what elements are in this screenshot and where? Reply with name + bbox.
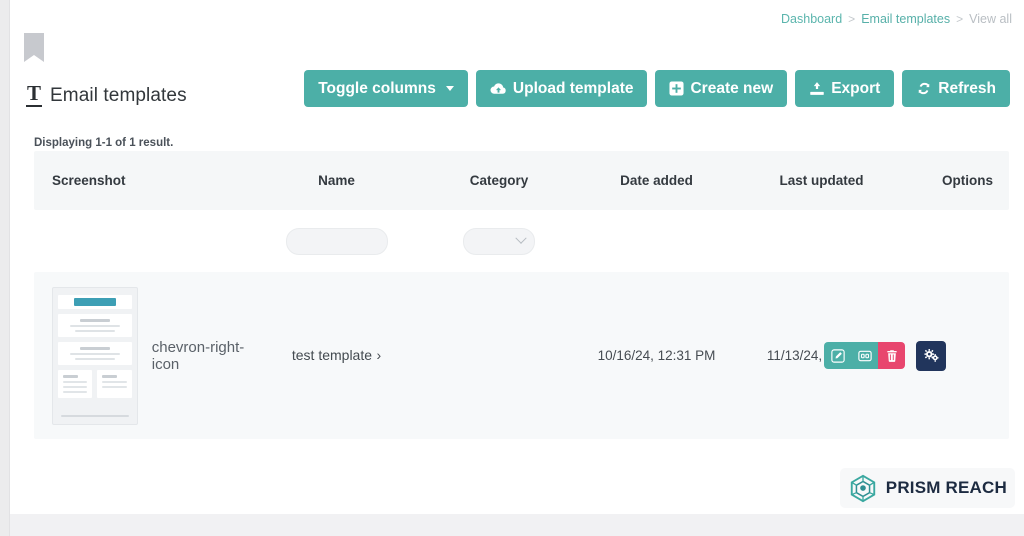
brand-logo-text: PRISM REACH [885, 478, 1007, 497]
export-icon [810, 82, 824, 95]
cogs-icon [923, 348, 939, 362]
name-filter-input[interactable] [285, 227, 388, 255]
cloud-upload-icon [490, 82, 506, 94]
refresh-icon [919, 82, 930, 95]
create-new-label: Create new [690, 79, 774, 97]
cc-box-icon [857, 350, 872, 361]
trash-icon [886, 349, 897, 362]
table-header-row: Screenshot Name Category Date added Last… [34, 151, 1009, 210]
upload-template-button[interactable]: Upload template [475, 70, 648, 107]
row-actions [824, 340, 946, 371]
create-new-button[interactable]: Create new [655, 70, 788, 107]
thumbnail-header-bar [58, 294, 132, 309]
breadcrumb-item-email-templates[interactable]: Email templates [861, 12, 950, 26]
page-title: Email templates [50, 85, 187, 106]
chevron-down-icon [445, 86, 454, 91]
thumbnail-two-column [58, 369, 132, 398]
column-header-last-updated: Last updated [779, 173, 864, 188]
column-header-screenshot: Screenshot [52, 173, 126, 188]
breadcrumb: Dashboard > Email templates > View all [10, 0, 1024, 38]
template-date-added: 10/16/24, 12:31 PM [597, 348, 716, 363]
app-page: Dashboard > Email templates > View all T… [0, 0, 1024, 536]
content-card: T Email templates Toggle columns Upload … [10, 33, 1024, 514]
refresh-label: Refresh [938, 79, 996, 97]
delete-template-button[interactable] [878, 342, 905, 369]
template-settings-button[interactable] [916, 340, 946, 371]
duplicate-template-button[interactable] [851, 342, 878, 369]
bookmark-icon [24, 33, 44, 62]
breadcrumb-separator: > [848, 12, 856, 26]
name-chevron-icon: › [376, 346, 382, 363]
toggle-columns-label: Toggle columns [318, 79, 436, 97]
plus-square-icon [669, 81, 685, 96]
brand-logo: PRISM REACH [839, 468, 1015, 508]
thumbnail-footer [60, 414, 129, 417]
text-format-icon: T [26, 81, 43, 107]
export-label: Export [831, 79, 881, 97]
thumbnail-cta-button [73, 297, 116, 306]
chevron-right-icon[interactable]: chevron-right-icon [152, 339, 249, 373]
result-count: Displaying 1-1 of 1 result. [34, 137, 174, 149]
templates-table: Screenshot Name Category Date added Last… [34, 151, 1009, 439]
refresh-button[interactable]: Refresh [902, 70, 1010, 107]
breadcrumb-separator: > [956, 12, 964, 26]
column-header-category: Category [469, 173, 529, 188]
upload-template-label: Upload template [512, 79, 634, 97]
toolbar: Toggle columns Upload template Create ne… [304, 70, 1010, 107]
template-name[interactable]: test template [292, 347, 372, 363]
toggle-columns-button[interactable]: Toggle columns [304, 70, 468, 107]
pencil-square-icon [830, 348, 845, 363]
template-thumbnail[interactable] [52, 286, 138, 425]
category-filter-select[interactable] [463, 227, 535, 255]
table-filter-row [34, 210, 1009, 272]
edit-template-button[interactable] [824, 342, 851, 369]
table-row[interactable]: chevron-right-icon test template › 10/16… [34, 272, 1009, 439]
prism-logo-icon [850, 474, 875, 503]
column-header-date-added: Date added [620, 173, 693, 188]
chevron-down-icon [515, 232, 527, 244]
left-gutter [0, 0, 10, 536]
breadcrumb-item-dashboard[interactable]: Dashboard [781, 12, 842, 26]
column-header-name: Name [318, 173, 355, 188]
column-header-options: Options [942, 173, 993, 188]
thumbnail-block [58, 341, 132, 365]
thumbnail-block [58, 313, 132, 337]
breadcrumb-item-view-all: View all [969, 12, 1012, 26]
export-button[interactable]: Export [795, 70, 895, 107]
